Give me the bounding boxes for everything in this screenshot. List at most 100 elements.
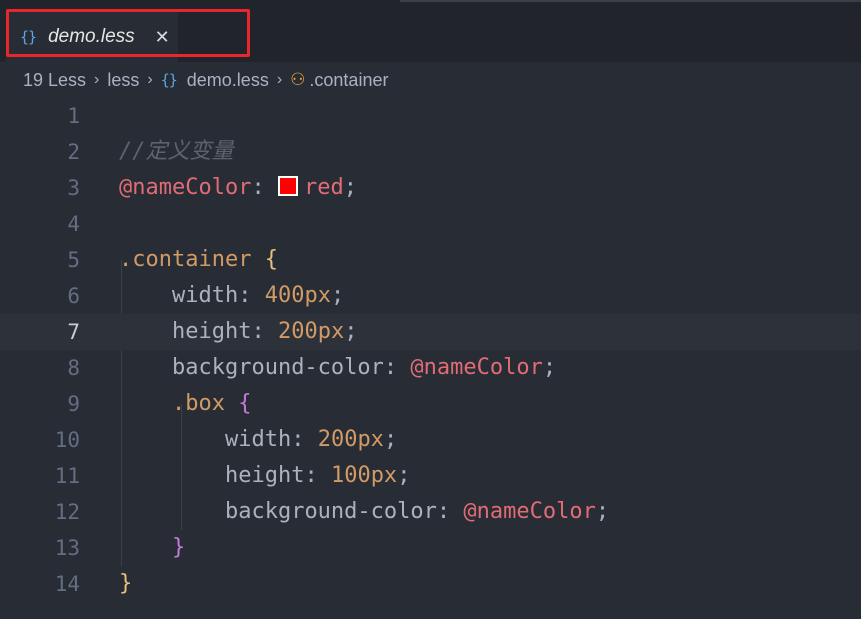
code-property: height [224,463,305,488]
breadcrumb-item-subfolder[interactable]: less [107,70,139,91]
line-content: @nameColor: red; [119,170,357,206]
code-brace: { [238,391,252,416]
code-semicolon: ; [330,283,345,308]
code-brace: } [119,571,133,596]
code-variable: @nameColor [410,355,543,380]
code-variable: @nameColor [119,175,252,200]
line-number: 14 [54,572,80,596]
code-line: 6 width: 400px; [0,278,861,314]
code-brace: { [264,247,278,272]
highlight-annotation-box [6,9,250,57]
code-property: height [171,319,252,344]
line-content: width: 200px; [119,422,397,458]
code-number: 100px [330,463,398,488]
chevron-right-icon: › [276,71,283,88]
tab-bar: {} demo.less ✕ [0,0,861,62]
line-number: 8 [67,356,80,380]
breadcrumb-item-file[interactable]: demo.less [187,70,269,91]
line-number: 10 [54,428,80,452]
code-value: red [303,175,344,200]
breadcrumb-item-folder[interactable]: 19 Less [23,70,86,91]
chevron-right-icon: › [94,71,100,88]
breadcrumb-item-symbol[interactable]: .container [309,70,388,91]
code-line-active: 7 height: 200px; [0,314,861,350]
code-line: 9 .box { [0,386,861,422]
code-semicolon: ; [344,319,358,344]
code-colon: : [383,355,411,380]
code-line: 3 @nameColor: red; [0,170,861,206]
code-colon: : [251,175,278,200]
code-number: 400px [264,283,331,308]
line-content: background-color: @nameColor; [119,350,556,386]
code-line: 5 .container { [0,242,861,278]
line-content: height: 100px; [119,458,410,494]
code-semicolon: ; [383,427,398,452]
line-number: 9 [67,392,80,416]
line-content: } [119,530,185,566]
code-line: 8 background-color: @nameColor; [0,350,861,386]
line-number: 11 [54,464,80,488]
code-line: 4 [0,206,861,242]
chevron-right-icon: › [147,71,153,88]
symbol-class-icon: ⚇ [290,70,306,89]
code-comment: //定义变量 [119,139,234,164]
code-line: 12 background-color: @nameColor; [0,494,861,530]
breadcrumb: 19 Less › less › {} demo.less › ⚇ .conta… [0,62,861,98]
line-number: 4 [67,212,80,236]
code-semicolon: ; [595,499,610,524]
line-number: 5 [67,248,80,272]
line-number: 3 [67,176,80,200]
code-variable: @nameColor [463,499,596,524]
code-line: 11 height: 100px; [0,458,861,494]
line-content: .box { [119,386,251,422]
code-colon: : [304,463,331,488]
code-colon: : [291,427,318,452]
code-number: 200px [317,427,384,452]
line-number: 7 [67,320,80,344]
line-content: width: 400px; [119,278,344,314]
tab-bar-edge [400,0,861,2]
code-selector: .container [119,247,252,272]
code-property: background-color [171,355,384,380]
line-content: height: 200px; [119,314,357,350]
code-property: width [171,283,239,308]
line-number: 12 [54,500,80,524]
code-line: 2 //定义变量 [0,134,861,170]
color-swatch[interactable] [277,176,298,196]
code-line: 13 } [0,530,861,566]
code-colon: : [436,499,464,524]
code-property: background-color [224,499,437,524]
line-number: 6 [67,284,80,308]
line-number: 2 [67,140,80,164]
code-semicolon: ; [343,175,357,200]
code-brace: } [171,535,186,560]
line-content: .container { [119,242,278,278]
line-content: //定义变量 [119,134,234,170]
line-number: 13 [54,536,80,560]
code-line: 14 } [0,566,861,602]
line-number: 1 [67,104,80,128]
code-number: 200px [277,319,345,344]
code-colon: : [238,283,265,308]
code-colon: : [251,319,278,344]
line-content: } [119,566,132,602]
code-property: width [224,427,292,452]
code-selector: .box [171,391,225,416]
code-line: 10 width: 200px; [0,422,861,458]
code-editor[interactable]: 1 2 //定义变量 3 @nameColor: red; 4 5 .conta… [0,98,861,619]
code-semicolon: ; [542,355,557,380]
code-line: 1 [0,98,861,134]
code-semicolon: ; [397,463,411,488]
line-content: background-color: @nameColor; [119,494,609,530]
less-file-icon: {} [160,71,178,89]
